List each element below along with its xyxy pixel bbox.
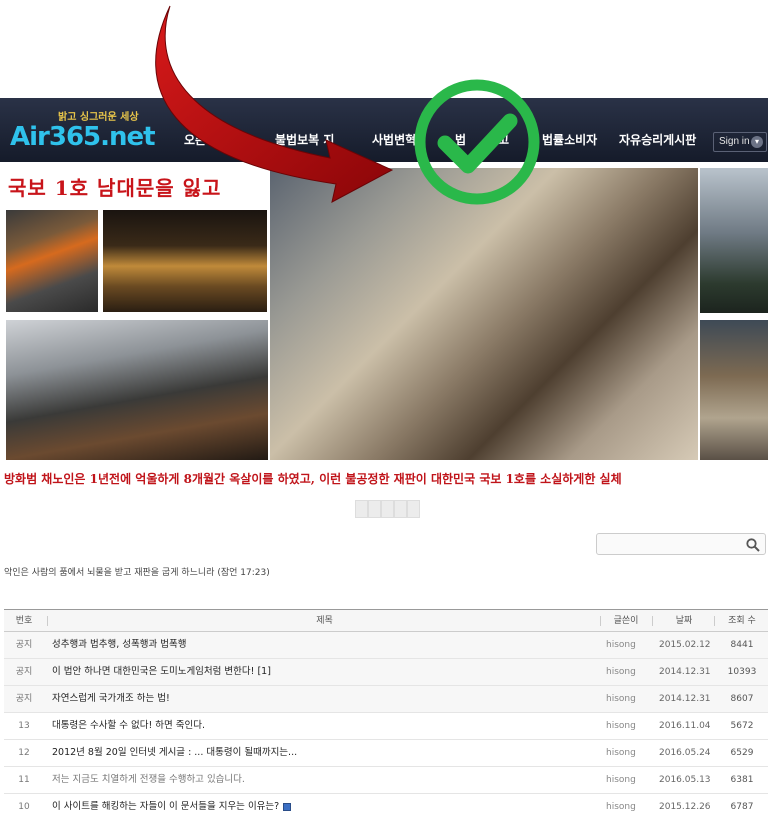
row-num: 공지: [15, 667, 33, 677]
side-photo-2: [700, 320, 768, 460]
row-num: 공지: [15, 640, 33, 650]
slider-dot[interactable]: [381, 500, 394, 518]
post-date: 2015.02.12: [659, 640, 711, 650]
slider-dot[interactable]: [394, 500, 407, 518]
post-title-link[interactable]: 저는 지금도 치열하게 전쟁을 수행하고 있습니다.: [52, 767, 245, 793]
table-row[interactable]: 12 2012년 8월 20일 인터넷 게시글 : ... 대통령이 될때까지는…: [4, 740, 768, 767]
fire-photo-2: [103, 210, 267, 312]
author-link[interactable]: hisong: [606, 632, 636, 658]
nav-item-ozone[interactable]: 오존공: [184, 131, 217, 148]
column-header-subject[interactable]: 제목: [52, 610, 597, 632]
table-row[interactable]: 공지 성추행과 법추행, 성폭행과 법폭행 hisong 2015.02.12 …: [4, 632, 768, 659]
banner-title: 국보 1호 남대문을 잃고: [6, 168, 268, 208]
view-count: 5672: [730, 721, 754, 731]
check-circle-icon: [414, 79, 540, 205]
slider-dot[interactable]: [368, 500, 381, 518]
view-count: 6787: [730, 802, 754, 812]
table-row[interactable]: 13 대통령은 수사할 수 없다! 하면 죽인다. hisong 2016.11…: [4, 713, 768, 740]
post-title-link[interactable]: 대통령은 수사할 수 없다! 하면 죽인다.: [52, 713, 205, 739]
fire-photo-1: [6, 210, 98, 312]
fire-photo-3: [6, 320, 268, 460]
author-link[interactable]: hisong: [606, 713, 636, 739]
post-title-link[interactable]: 이 사이트를 해킹하는 자들이 이 문서들을 지우는 이유는?: [52, 794, 292, 818]
post-title-text: 이 사이트를 해킹하는 자들이 이 문서들을 지우는 이유는?: [52, 801, 280, 812]
row-num: 10: [18, 802, 30, 812]
view-count: 6529: [730, 748, 754, 758]
row-num: 12: [18, 748, 30, 758]
column-divider: [600, 616, 601, 626]
column-header-date[interactable]: 날짜: [659, 610, 709, 632]
view-count: 6381: [730, 775, 754, 785]
top-nav-bar: 밝고 싱그러운 세상 Air365.net 오존공 불법보복 지 사법변혁 법 …: [0, 98, 768, 162]
nav-item-judicial-reform[interactable]: 사법변혁: [372, 131, 416, 148]
table-header: 번호 제목 글쓴이 날짜 조회 수: [4, 609, 768, 632]
logo-tagline: 밝고 싱그러운 세상: [58, 112, 139, 123]
post-title-link[interactable]: 성추행과 법추행, 성폭행과 법폭행: [52, 632, 186, 658]
banner-caption: 방화범 채노인은 1년전에 억울하게 8개월간 옥살이를 하였고, 이런 불공정…: [4, 472, 622, 486]
table-row[interactable]: 공지 이 법안 하나면 대한민국은 도미노게임처럼 변한다! [1] hison…: [4, 659, 768, 686]
document-icon: [283, 802, 292, 811]
post-date: 2016.05.13: [659, 775, 711, 785]
column-divider: [714, 616, 715, 626]
view-count: 8441: [730, 640, 754, 650]
author-link[interactable]: hisong: [606, 659, 636, 685]
row-num: 13: [18, 721, 30, 731]
author-link[interactable]: hisong: [606, 767, 636, 793]
board-description: 악인은 사람의 품에서 뇌물을 받고 재판을 굽게 하느니라 (잠언 17:23…: [4, 568, 270, 578]
post-date: 2016.05.24: [659, 748, 711, 758]
view-count: 10393: [727, 667, 757, 677]
post-date: 2016.11.04: [659, 721, 711, 731]
side-photo-1: [700, 168, 768, 313]
site-logo[interactable]: 밝고 싱그러운 세상 Air365.net: [10, 108, 160, 152]
sign-in-button[interactable]: Sign in ▾: [713, 132, 767, 152]
column-header-author[interactable]: 글쓴이: [604, 610, 648, 632]
row-num: 11: [18, 775, 30, 785]
slider-dot[interactable]: [407, 500, 420, 518]
post-date: 2015.12.26: [659, 802, 711, 812]
view-count: 8607: [730, 694, 754, 704]
nav-item-free-board[interactable]: 자유승리게시판: [619, 131, 696, 148]
logo-text: Air365.net: [10, 122, 156, 152]
search-box[interactable]: [596, 533, 766, 556]
author-link[interactable]: hisong: [606, 794, 636, 818]
post-date: 2014.12.31: [659, 667, 711, 677]
chevron-down-icon: ▾: [751, 136, 763, 148]
search-input[interactable]: [603, 536, 743, 556]
column-header-hits[interactable]: 조회 수: [720, 610, 764, 632]
slider-dot[interactable]: [355, 500, 368, 518]
nav-item-legal-consumer[interactable]: 법률소비자: [542, 131, 597, 148]
column-divider: [47, 616, 48, 626]
table-row[interactable]: 10 이 사이트를 해킹하는 자들이 이 문서들을 지우는 이유는? hison…: [4, 794, 768, 818]
table-row[interactable]: 11 저는 지금도 치열하게 전쟁을 수행하고 있습니다. hisong 201…: [4, 767, 768, 794]
row-num: 공지: [15, 694, 33, 704]
post-title-link[interactable]: 2012년 8월 20일 인터넷 게시글 : ... 대통령이 될때까지는...: [52, 740, 297, 766]
nav-item-illegal-retaliation[interactable]: 불법보복 지: [275, 131, 334, 148]
post-title-link[interactable]: 이 법안 하나면 대한민국은 도미노게임처럼 변한다! [1]: [52, 659, 271, 685]
column-divider: [652, 616, 653, 626]
main-banner[interactable]: 국보 1호 남대문을 잃고 방화범 채노인은 1년전에 억울하게 8개월간 옥살…: [0, 162, 768, 492]
post-date: 2014.12.31: [659, 694, 711, 704]
post-title-link[interactable]: 자연스럽게 국가개조 하는 법!: [52, 686, 170, 712]
search-icon[interactable]: [745, 537, 761, 553]
table-row[interactable]: 공지 자연스럽게 국가개조 하는 법! hisong 2014.12.31 86…: [4, 686, 768, 713]
author-link[interactable]: hisong: [606, 686, 636, 712]
sign-in-label: Sign in: [719, 136, 750, 147]
column-header-num[interactable]: 번호: [4, 610, 44, 632]
slider-pagination: [355, 500, 422, 518]
aerial-ruins-photo: [270, 168, 698, 460]
author-link[interactable]: hisong: [606, 740, 636, 766]
